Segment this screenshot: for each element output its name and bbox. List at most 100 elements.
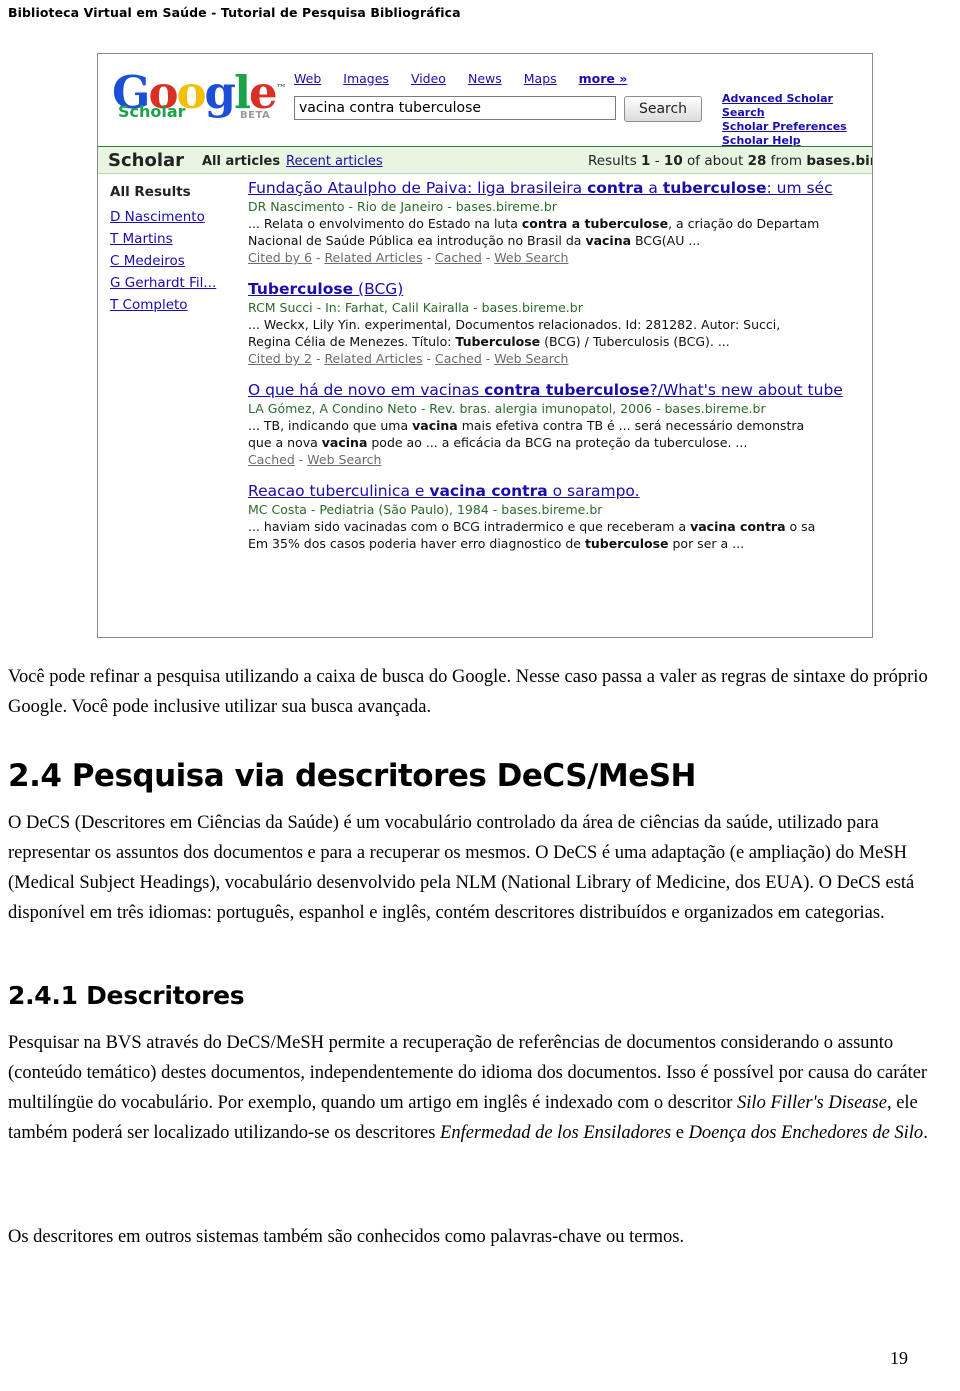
- running-header: Biblioteca Virtual em Saúde - Tutorial d…: [8, 5, 461, 20]
- snippet-bold: contra a tuberculose: [521, 216, 669, 231]
- result-title-link[interactable]: Tuberculose (BCG): [248, 279, 872, 299]
- related-articles-link[interactable]: Related Articles: [324, 351, 422, 366]
- google-scholar-screenshot: Google™ Scholar BETA Web Images Video News M…: [97, 53, 873, 638]
- snippet-post: BCG(AU ...: [631, 233, 701, 248]
- scholar-header: Google™ Scholar BETA Web Images Video News M…: [98, 54, 872, 147]
- result-title-bold1: contra tuberculose: [484, 381, 650, 399]
- subsection-text-part4: .: [923, 1123, 928, 1143]
- web-search-link[interactable]: Web Search: [494, 250, 568, 265]
- nav-link-maps[interactable]: Maps: [524, 71, 557, 86]
- snippet-bold: Tuberculose: [455, 334, 541, 349]
- tab-all-articles[interactable]: All articles: [202, 154, 280, 169]
- sidebar-item-t-completo[interactable]: T Completo: [110, 297, 240, 313]
- nav-link-news[interactable]: News: [468, 71, 502, 86]
- snippet-pre: Regina Célia de Menezes. Título:: [248, 334, 456, 349]
- term-silo-filler-disease: Silo Filler's Disease: [737, 1093, 887, 1113]
- result-title-bold1: vacina contra: [429, 482, 548, 500]
- result-meta: DR Nascimento - Rio de Janeiro - bases.b…: [248, 199, 557, 214]
- cited-by-link[interactable]: Cited by 2: [248, 351, 312, 366]
- snippet-bold: vacina: [412, 418, 458, 433]
- result-actions: Cited by 2 - Related Articles - Cached -…: [248, 351, 569, 366]
- web-search-link[interactable]: Web Search: [494, 351, 568, 366]
- subsection-text-part3: e: [671, 1123, 689, 1143]
- search-result-item: Tuberculose (BCG) RCM Succi - In: Farhat…: [248, 279, 872, 368]
- web-search-link[interactable]: Web Search: [307, 452, 381, 467]
- subsection-paragraph: Pesquisar na BVS através do DeCS/MeSH pe…: [8, 1028, 952, 1148]
- result-title-pre: O que há de novo em vacinas: [248, 381, 485, 399]
- google-scholar-logo: Google™ Scholar BETA: [112, 66, 287, 128]
- scholar-help-link[interactable]: Scholar Help: [722, 134, 872, 148]
- snippet-bold: vacina: [321, 435, 368, 450]
- closing-text: Os descritores em outros sistemas também…: [8, 1222, 952, 1252]
- sidebar-item-t-martins[interactable]: T Martins: [110, 231, 240, 247]
- nav-link-web[interactable]: Web: [294, 71, 321, 86]
- nav-link-images[interactable]: Images: [343, 71, 389, 86]
- result-snippet-line: Regina Célia de Menezes. Título: Tubercu…: [248, 333, 872, 350]
- scholar-results-bar: Scholar All articles Recent articles Res…: [98, 147, 872, 174]
- result-title-link[interactable]: Reacao tuberculinica e vacina contra o s…: [248, 481, 872, 501]
- related-articles-link[interactable]: Related Articles: [324, 250, 422, 265]
- section-heading: 2.4 Pesquisa via descritores DeCS/MeSH: [8, 758, 697, 794]
- snippet-pre: Nacional de Saúde Pública ea introdução …: [248, 233, 586, 248]
- scholar-preferences-link[interactable]: Scholar Preferences: [722, 120, 872, 134]
- sidebar-item-d-nascimento[interactable]: D Nascimento: [110, 209, 240, 225]
- result-title-post: : um séc: [766, 179, 833, 197]
- nav-link-video[interactable]: Video: [411, 71, 446, 86]
- snippet-pre: ... Relata o envolvimento do Estado na l…: [248, 216, 522, 231]
- results-prefix: Results: [588, 153, 642, 169]
- result-title-link[interactable]: O que há de novo em vacinas contra tuber…: [248, 380, 872, 400]
- search-input[interactable]: [294, 96, 616, 120]
- results-suffix: from: [766, 153, 807, 169]
- results-total: 28: [747, 153, 767, 169]
- scholar-wordmark: Scholar: [108, 150, 185, 171]
- cached-link[interactable]: Cached: [435, 351, 482, 366]
- result-title-bold1: Tuberculose: [248, 280, 354, 298]
- document-body: Você pode refinar a pesquisa utilizando …: [8, 662, 952, 722]
- cited-by-link[interactable]: Cited by 6: [248, 250, 312, 265]
- search-result-item: O que há de novo em vacinas contra tuber…: [248, 380, 872, 469]
- snippet-post: , a criação do Departam: [668, 216, 820, 231]
- results-source: bases.bir: [806, 153, 873, 169]
- advanced-scholar-search-link[interactable]: Advanced Scholar Search: [722, 92, 872, 120]
- sidebar-item-g-gerhardt[interactable]: G Gerhardt Fil...: [110, 275, 240, 291]
- snippet-bold: vacina contra: [690, 519, 786, 534]
- snippet-pre: Em 35% dos casos poderia haver erro diag…: [248, 536, 585, 551]
- snippet-bold: tuberculose: [584, 536, 669, 551]
- result-title-link[interactable]: Fundação Ataulpho de Paiva: liga brasile…: [248, 178, 872, 198]
- result-actions: Cited by 6 - Related Articles - Cached -…: [248, 250, 569, 265]
- snippet-pre: ... Weckx, Lily Yin. experimental, Docum…: [248, 317, 781, 332]
- page-number: 19: [890, 1348, 908, 1368]
- logo-scholar-label: Scholar: [118, 102, 186, 121]
- snippet-bold: vacina: [585, 233, 632, 248]
- search-results-list: Fundação Ataulpho de Paiva: liga brasile…: [248, 178, 872, 564]
- results-range-end: 10: [663, 153, 683, 169]
- result-title-bold1: contra: [587, 179, 644, 197]
- nav-link-more[interactable]: more »: [579, 71, 628, 86]
- cached-link[interactable]: Cached: [435, 250, 482, 265]
- snippet-post: por ser a ...: [668, 536, 745, 551]
- sidebar-item-c-medeiros[interactable]: C Medeiros: [110, 253, 240, 269]
- snippet-post: (BCG) / Tuberculosis (BCG). ...: [540, 334, 730, 349]
- section-2-4: 2.4 Pesquisa via descritores DeCS/MeSH: [8, 757, 952, 795]
- tab-recent-articles[interactable]: Recent articles: [286, 154, 383, 169]
- result-snippet-line: ... haviam sido vacinadas com o BCG intr…: [248, 518, 872, 535]
- result-snippet-line: que a nova vacina pode ao ... a eficácia…: [248, 434, 872, 451]
- results-dash: -: [650, 153, 664, 169]
- scholar-help-links: Advanced Scholar Search Scholar Preferen…: [722, 92, 872, 148]
- cached-link[interactable]: Cached: [248, 452, 295, 467]
- search-button[interactable]: Search: [624, 96, 702, 122]
- result-snippet-line: ... Weckx, Lily Yin. experimental, Docum…: [248, 316, 872, 333]
- closing-paragraph: Os descritores em outros sistemas também…: [8, 1227, 685, 1247]
- result-meta: RCM Succi - In: Farhat, Calil Kairalla -…: [248, 300, 583, 315]
- sidebar-heading-all-results: All Results: [110, 184, 191, 200]
- logo-beta-badge: BETA: [240, 110, 271, 121]
- result-title-post: o sarampo.: [547, 482, 640, 500]
- scholar-top-nav: Web Images Video News Maps more »: [294, 71, 649, 86]
- result-meta: MC Costa - Pediatria (São Paulo), 1984 -…: [248, 502, 603, 517]
- subsection-heading: 2.4.1 Descritores: [8, 981, 245, 1010]
- logo-letter-g2: g: [204, 66, 236, 119]
- term-doenca-enchedores-silo: Doença dos Enchedores de Silo: [688, 1123, 924, 1143]
- search-result-item: Fundação Ataulpho de Paiva: liga brasile…: [248, 178, 872, 267]
- section-paragraph: O DeCS (Descritores em Ciências da Saúde…: [8, 813, 915, 923]
- result-title-post: ?/What's new about tube: [649, 381, 843, 399]
